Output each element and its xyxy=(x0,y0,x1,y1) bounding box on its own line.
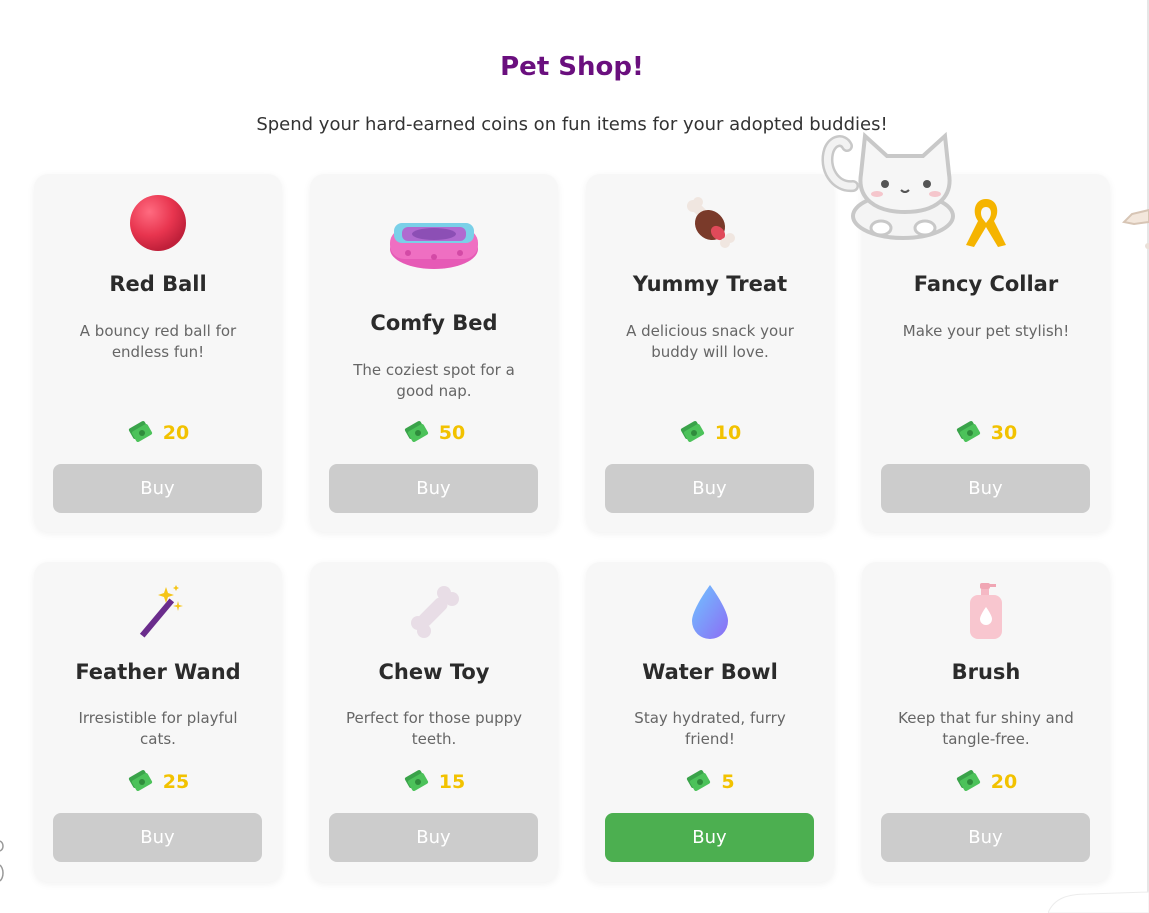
money-icon xyxy=(403,769,429,795)
money-icon xyxy=(679,420,705,446)
shop-card-chew-toy: Chew Toy Perfect for those puppy teeth. … xyxy=(310,562,558,882)
partial-scroll-edge xyxy=(0,835,6,885)
item-price-value: 10 xyxy=(714,422,742,444)
item-description: Keep that fur shiny and tangle-free. xyxy=(898,709,1074,748)
item-price-value: 20 xyxy=(162,422,190,444)
item-description: A delicious snack your buddy will love. xyxy=(626,322,794,361)
item-name: Red Ball xyxy=(109,272,207,296)
item-price-value: 15 xyxy=(438,771,466,793)
shop-card-brush: Brush Keep that fur shiny and tangle-fre… xyxy=(862,562,1110,882)
money-icon xyxy=(685,769,711,795)
item-price-value: 5 xyxy=(721,771,735,793)
magic-wand-icon xyxy=(34,576,282,646)
partial-overlay-edge xyxy=(1047,890,1149,913)
shop-card-feather-wand: Feather Wand Irresistible for playful ca… xyxy=(34,562,282,882)
item-price: 50 xyxy=(310,420,558,446)
buy-button[interactable]: Buy xyxy=(881,813,1090,862)
item-name: Feather Wand xyxy=(75,660,241,684)
shop-grid: Red Ball A bouncy red ball for endless f… xyxy=(34,174,1110,884)
item-price: 20 xyxy=(862,769,1110,795)
shop-card-red-ball: Red Ball A bouncy red ball for endless f… xyxy=(34,174,282,532)
item-price-value: 20 xyxy=(990,771,1018,793)
item-name: Water Bowl xyxy=(642,660,778,684)
item-price-value: 30 xyxy=(990,422,1018,444)
buy-button[interactable]: Buy xyxy=(53,813,262,862)
buy-button[interactable]: Buy xyxy=(605,813,814,862)
red-ball-icon xyxy=(34,188,282,258)
item-name: Chew Toy xyxy=(378,660,490,684)
item-price: 30 xyxy=(862,420,1110,446)
money-icon xyxy=(955,769,981,795)
buy-button[interactable]: Buy xyxy=(53,464,262,513)
item-price-value: 25 xyxy=(162,771,190,793)
item-price-value: 50 xyxy=(438,422,466,444)
pet-bed-icon xyxy=(310,207,558,277)
item-description: The coziest spot for a good nap. xyxy=(353,361,515,400)
shop-card-water-bowl: Water Bowl Stay hydrated, furry friend! … xyxy=(586,562,834,882)
item-name: Fancy Collar xyxy=(913,272,1059,296)
lotion-bottle-icon xyxy=(862,576,1110,646)
buy-button[interactable]: Buy xyxy=(605,464,814,513)
money-icon xyxy=(403,420,429,446)
shop-card-yummy-treat: Yummy Treat A delicious snack your buddy… xyxy=(586,174,834,532)
item-description: Make your pet stylish! xyxy=(902,322,1070,340)
item-price: 20 xyxy=(34,420,282,446)
money-icon xyxy=(127,769,153,795)
shop-card-comfy-bed: Comfy Bed The coziest spot for a good na… xyxy=(310,174,558,532)
item-description: Irresistible for playful cats. xyxy=(78,709,238,748)
partial-sticker-edge xyxy=(1121,192,1149,252)
bone-icon xyxy=(310,576,558,646)
page-title: Pet Shop! xyxy=(500,52,644,82)
item-description: Stay hydrated, furry friend! xyxy=(634,709,786,748)
item-price: 5 xyxy=(586,769,834,795)
item-price: 15 xyxy=(310,769,558,795)
cat-sticker-icon[interactable] xyxy=(815,128,975,243)
buy-button[interactable]: Buy xyxy=(881,464,1090,513)
item-name: Comfy Bed xyxy=(370,311,498,335)
item-description: A bouncy red ball for endless fun! xyxy=(79,322,237,361)
buy-button[interactable]: Buy xyxy=(329,813,538,862)
water-drop-icon xyxy=(586,576,834,646)
meat-bone-icon xyxy=(586,188,834,258)
item-price: 10 xyxy=(586,420,834,446)
item-name: Yummy Treat xyxy=(632,272,788,296)
item-description: Perfect for those puppy teeth. xyxy=(345,709,523,748)
item-price: 25 xyxy=(34,769,282,795)
money-icon xyxy=(127,420,153,446)
item-name: Brush xyxy=(951,660,1021,684)
money-icon xyxy=(955,420,981,446)
buy-button[interactable]: Buy xyxy=(329,464,538,513)
